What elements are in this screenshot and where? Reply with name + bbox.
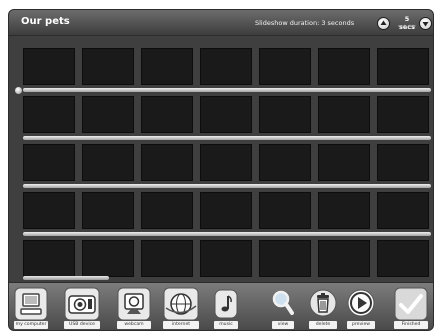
- photo-slot[interactable]: [200, 240, 252, 277]
- photo-slot[interactable]: [141, 96, 193, 133]
- view-label: view: [272, 321, 294, 329]
- slideshow-editor-window: Our pets Slideshow duration: 3 seconds 5…: [0, 0, 438, 333]
- photo-slot[interactable]: [200, 96, 252, 133]
- photo-slot[interactable]: [259, 96, 311, 133]
- window-title: Our pets: [21, 16, 70, 27]
- photo-slot[interactable]: [318, 48, 370, 85]
- usb-device-button[interactable]: USB device: [64, 283, 100, 332]
- vertical-scroll-handle[interactable]: [15, 87, 22, 94]
- preview-label: preview: [347, 321, 375, 329]
- photo-slot[interactable]: [141, 240, 193, 277]
- magnifier-icon: [272, 290, 294, 315]
- computer-icon: [14, 287, 48, 321]
- photo-slot[interactable]: [23, 96, 75, 133]
- photo-slot[interactable]: [23, 192, 75, 229]
- photo-slot[interactable]: [82, 240, 134, 277]
- photo-slot[interactable]: [318, 192, 370, 229]
- photo-grid: [9, 36, 433, 282]
- duration-decrease-button[interactable]: [419, 17, 432, 30]
- shelf-divider: [23, 184, 431, 188]
- photo-slot[interactable]: [377, 192, 429, 229]
- photo-slot[interactable]: [259, 48, 311, 85]
- photo-slot[interactable]: [141, 48, 193, 85]
- shelf-divider: [23, 136, 431, 140]
- webcam-button[interactable]: webcam: [117, 283, 151, 332]
- photo-slot[interactable]: [259, 192, 311, 229]
- photo-slot[interactable]: [259, 144, 311, 181]
- music-label: music: [214, 321, 238, 329]
- photo-slot[interactable]: [377, 96, 429, 133]
- duration-value: 5 secs: [399, 15, 415, 31]
- photo-slot[interactable]: [318, 240, 370, 277]
- photo-slot[interactable]: [82, 144, 134, 181]
- toolbar: my computer USB device webcam internet m…: [8, 282, 434, 331]
- delete-button[interactable]: delete: [309, 283, 337, 332]
- photo-slot[interactable]: [23, 48, 75, 85]
- my-computer-button[interactable]: my computer: [14, 283, 48, 332]
- photo-slot[interactable]: [377, 48, 429, 85]
- title-bar: Our pets Slideshow duration: 3 seconds 5…: [8, 9, 434, 36]
- photo-slot[interactable]: [200, 144, 252, 181]
- checkmark-icon: [394, 287, 428, 321]
- photo-slot[interactable]: [82, 96, 134, 133]
- duration-sublabel: each slide: [398, 24, 416, 28]
- webcam-label: webcam: [117, 321, 151, 329]
- globe-icon: [163, 287, 199, 321]
- photo-slot[interactable]: [82, 48, 134, 85]
- photo-slot[interactable]: [200, 192, 252, 229]
- finished-label: Finished: [394, 321, 428, 329]
- play-icon: [347, 289, 375, 317]
- photo-slot[interactable]: [318, 96, 370, 133]
- photo-slot[interactable]: [200, 48, 252, 85]
- music-button[interactable]: music: [214, 283, 238, 332]
- photo-slot[interactable]: [318, 144, 370, 181]
- preview-button[interactable]: preview: [347, 283, 375, 332]
- photo-slot[interactable]: [82, 192, 134, 229]
- internet-button[interactable]: internet: [163, 283, 199, 332]
- photo-slot[interactable]: [377, 240, 429, 277]
- photo-slot[interactable]: [23, 144, 75, 181]
- internet-label: internet: [163, 321, 199, 329]
- photo-slot[interactable]: [377, 144, 429, 181]
- arrow-down-icon: [422, 22, 429, 27]
- photo-slot[interactable]: [259, 240, 311, 277]
- photo-slot[interactable]: [23, 240, 75, 277]
- usb-device-label: USB device: [64, 321, 100, 329]
- view-button[interactable]: view: [272, 283, 294, 332]
- horizontal-scrollbar[interactable]: [23, 276, 109, 280]
- shelf-divider: [23, 88, 431, 92]
- webcam-icon: [117, 287, 151, 321]
- photo-slot[interactable]: [141, 144, 193, 181]
- trash-icon: [309, 289, 337, 317]
- my-computer-label: my computer: [14, 321, 48, 329]
- slideshow-duration-label: Slideshow duration: 3 seconds: [255, 19, 355, 27]
- arrow-up-icon: [380, 20, 387, 25]
- delete-label: delete: [309, 321, 337, 329]
- finished-button[interactable]: Finished: [394, 283, 428, 332]
- music-note-icon: [214, 289, 238, 319]
- shelf-divider: [23, 232, 431, 236]
- duration-increase-button[interactable]: [377, 17, 390, 30]
- photo-slot[interactable]: [141, 192, 193, 229]
- camera-icon: [64, 287, 100, 321]
- photo-area: [8, 36, 434, 282]
